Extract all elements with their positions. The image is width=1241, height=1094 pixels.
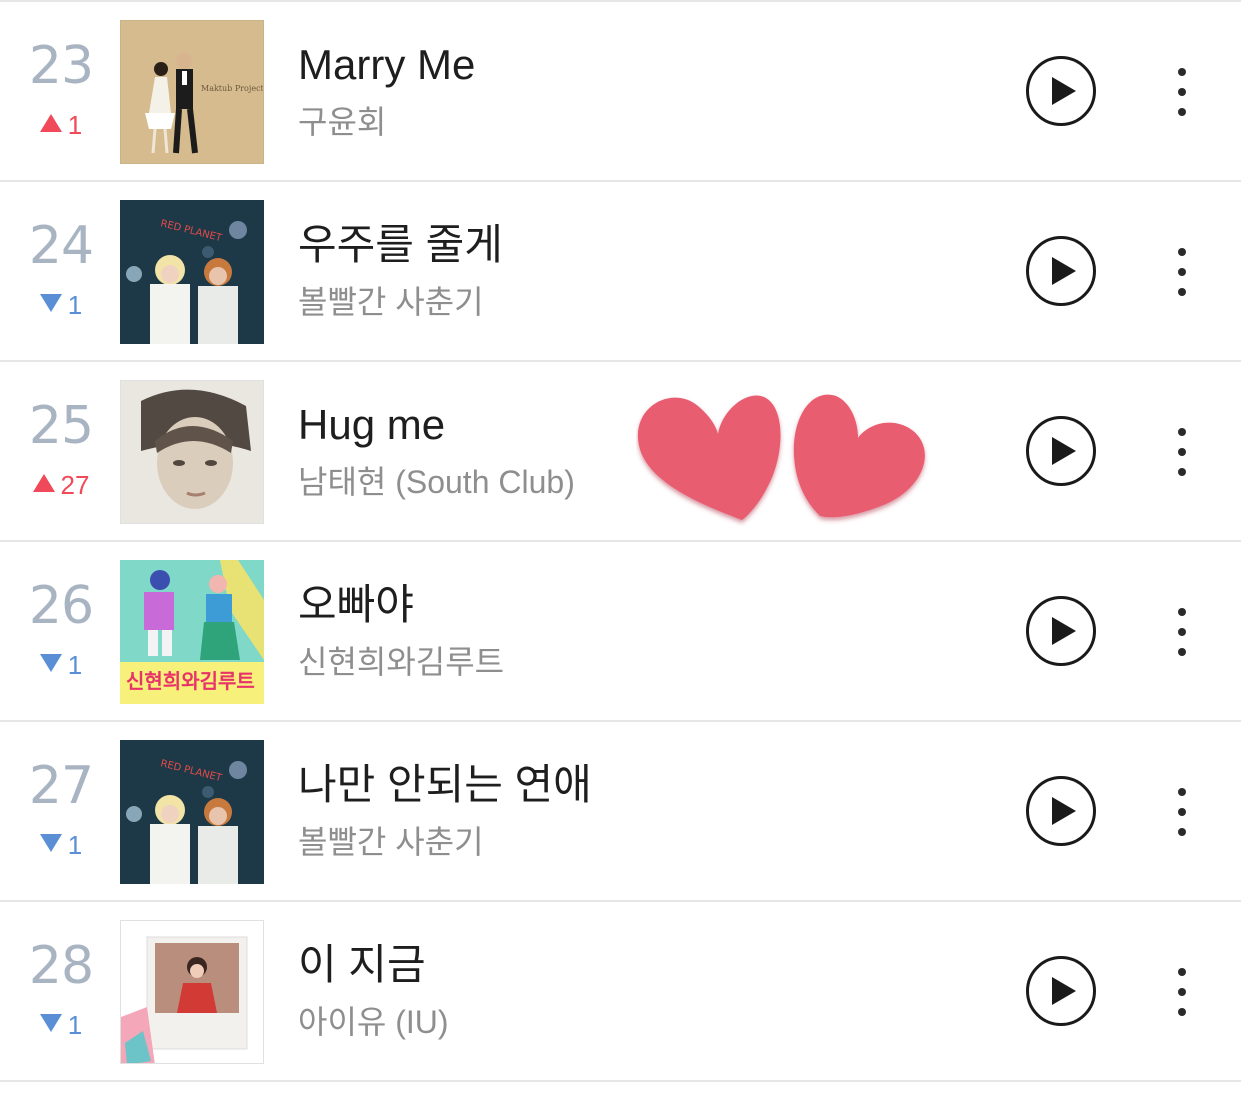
rank-number: 23 (28, 36, 94, 96)
arrow-up-icon (39, 114, 62, 132)
dot (1178, 268, 1186, 276)
arrow-down-icon (39, 294, 62, 312)
rank-change-down: 1 (18, 290, 104, 320)
dot (1178, 788, 1186, 796)
dot (1178, 248, 1186, 256)
rank-change-value: 1 (67, 830, 83, 860)
rank-change-value: 27 (60, 470, 90, 500)
dot (1178, 648, 1186, 656)
more-options-button[interactable] (1164, 602, 1200, 662)
dot (1178, 68, 1186, 76)
rank-change-up: 1 (18, 110, 104, 140)
list-item[interactable]: 27 1 RED PLANET 나만 안되는 연애 볼빨간 사춘기 (0, 722, 1241, 902)
artist-name[interactable]: 남태현 (South Club) (298, 462, 575, 502)
dot (1178, 108, 1186, 116)
more-options-button[interactable] (1164, 962, 1200, 1022)
song-title[interactable]: 이 지금 (298, 940, 426, 990)
play-circle-icon (1052, 437, 1076, 465)
artist-name[interactable]: 볼빨간 사춘기 (298, 822, 484, 862)
play-button[interactable] (1026, 596, 1096, 666)
play-circle-icon (1052, 77, 1076, 105)
song-title[interactable]: 오빠야 (298, 580, 414, 630)
album-art-red-planet: RED PLANET (120, 740, 264, 884)
arrow-down-icon (39, 654, 62, 672)
album-art-hug-me (121, 381, 263, 523)
arrow-up-icon (32, 474, 55, 492)
album-cover[interactable] (120, 920, 264, 1064)
song-title[interactable]: Hug me (298, 400, 445, 450)
play-button[interactable] (1026, 776, 1096, 846)
play-circle-icon (1052, 257, 1076, 285)
song-title[interactable]: 우주를 줄게 (298, 220, 503, 270)
dot (1178, 1008, 1186, 1016)
dot (1178, 968, 1186, 976)
artist-name[interactable]: 신현희와김루트 (298, 642, 504, 682)
album-cover[interactable]: RED PLANET (120, 200, 264, 344)
rank-change-down: 1 (18, 830, 104, 860)
list-item[interactable]: 25 27 Hug me 남태현 (South Club) (0, 362, 1241, 542)
dot (1178, 88, 1186, 96)
more-options-button[interactable] (1164, 422, 1200, 482)
album-art-palette (121, 921, 263, 1063)
album-cover[interactable]: 신현희와김루트 (120, 560, 264, 704)
more-options-button[interactable] (1164, 62, 1200, 122)
dot (1178, 288, 1186, 296)
rank-number: 26 (28, 576, 94, 636)
dot (1178, 828, 1186, 836)
rank-number: 28 (28, 936, 94, 996)
album-art-oppaya: 신현희와김루트 (120, 560, 264, 704)
play-circle-icon (1052, 797, 1076, 825)
song-title[interactable]: 나만 안되는 연애 (298, 760, 592, 810)
play-circle-icon (1052, 977, 1076, 1005)
rank-number: 27 (28, 756, 94, 816)
list-item[interactable]: 23 1 Maktub Project Vol.3 Marry Me (0, 2, 1241, 182)
album-cover-text: Maktub Project Vol.3 (201, 84, 264, 93)
list-item[interactable]: 28 1 이 지금 아이유 (IU) (0, 902, 1241, 1082)
album-cover[interactable]: RED PLANET (120, 740, 264, 884)
artist-name[interactable]: 구윤회 (298, 102, 386, 142)
rank-change-up: 27 (18, 470, 104, 500)
rank-change-value: 1 (67, 1010, 83, 1040)
dot (1178, 608, 1186, 616)
dot (1178, 628, 1186, 636)
heart-sticker-overlay (636, 386, 936, 526)
rank-change-value: 1 (67, 650, 83, 680)
artist-name[interactable]: 아이유 (IU) (298, 1002, 449, 1042)
arrow-down-icon (39, 834, 62, 852)
album-art-marry-me: Maktub Project Vol.3 (121, 21, 264, 163)
play-button[interactable] (1026, 236, 1096, 306)
dot (1178, 428, 1186, 436)
heart-sticker-icon (637, 394, 925, 520)
album-cover[interactable] (120, 380, 264, 524)
list-item[interactable]: 26 1 신현희와김루트 오빠야 신현희와김루트 (0, 542, 1241, 722)
album-cover-text: 신현희와김루트 (126, 669, 255, 693)
album-art-red-planet: RED PLANET (120, 200, 264, 344)
play-button[interactable] (1026, 956, 1096, 1026)
play-button[interactable] (1026, 56, 1096, 126)
song-title[interactable]: Marry Me (298, 40, 475, 90)
play-circle-icon (1052, 617, 1076, 645)
rank-number: 24 (28, 216, 94, 276)
dot (1178, 988, 1186, 996)
more-options-button[interactable] (1164, 782, 1200, 842)
rank-change-value: 1 (67, 110, 83, 140)
more-options-button[interactable] (1164, 242, 1200, 302)
album-cover[interactable]: Maktub Project Vol.3 (120, 20, 264, 164)
rank-number: 25 (28, 396, 94, 456)
rank-change-down: 1 (18, 650, 104, 680)
list-item[interactable]: 24 1 RED PLANET 우주를 줄게 볼빨간 사춘기 (0, 182, 1241, 362)
arrow-down-icon (39, 1014, 62, 1032)
rank-change-down: 1 (18, 1010, 104, 1040)
chart-list: 23 1 Maktub Project Vol.3 Marry Me (0, 2, 1241, 1082)
play-button[interactable] (1026, 416, 1096, 486)
dot (1178, 448, 1186, 456)
rank-change-value: 1 (67, 290, 83, 320)
dot (1178, 468, 1186, 476)
artist-name[interactable]: 볼빨간 사춘기 (298, 282, 484, 322)
dot (1178, 808, 1186, 816)
